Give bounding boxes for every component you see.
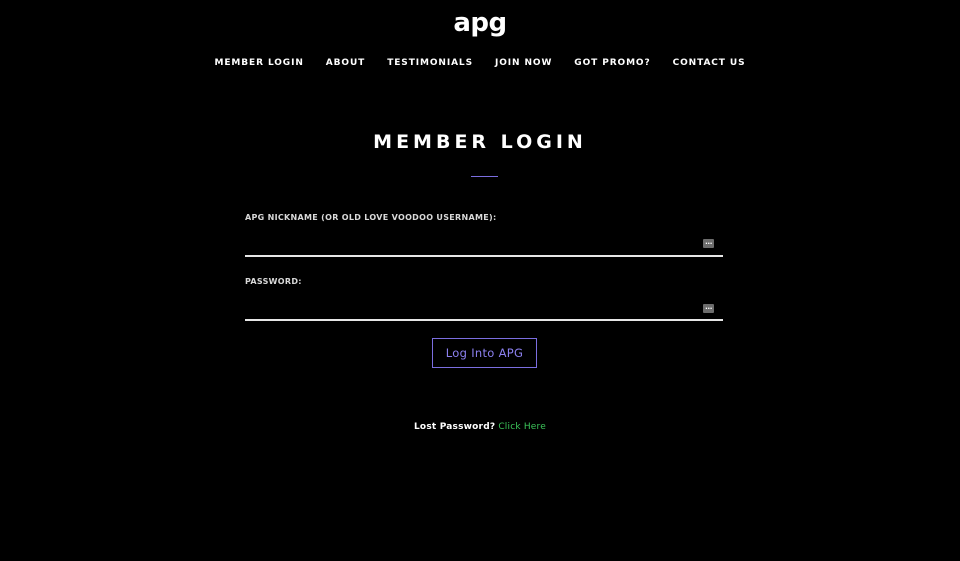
nav-item-about[interactable]: ABOUT [326, 56, 365, 70]
nav-item-member-login[interactable]: MEMBER LOGIN [215, 56, 304, 70]
nickname-input[interactable] [245, 231, 723, 257]
password-manager-icon[interactable]: … [703, 304, 714, 313]
nav-item-got-promo[interactable]: GOT PROMO? [574, 56, 650, 70]
password-input[interactable] [245, 295, 723, 321]
nickname-label: APG NICKNAME (OR OLD LOVE VOODOO USERNAM… [245, 213, 497, 222]
apg-logo[interactable]: apg [0, 8, 960, 38]
title-divider [471, 176, 498, 177]
page-title: MEMBER LOGIN [373, 131, 587, 153]
nav-item-testimonials[interactable]: TESTIMONIALS [387, 56, 473, 70]
nav-item-contact-us[interactable]: CONTACT US [673, 56, 746, 70]
lost-password-link[interactable]: Click Here [498, 422, 546, 432]
login-button[interactable]: Log Into APG [432, 338, 537, 368]
main-nav: MEMBER LOGIN ABOUT TESTIMONIALS JOIN NOW… [0, 56, 960, 70]
lost-password-row: Lost Password? Click Here [0, 420, 960, 434]
password-label: PASSWORD: [245, 277, 302, 286]
lost-password-text: Lost Password? [414, 422, 496, 432]
nav-item-join-now[interactable]: JOIN NOW [495, 56, 552, 70]
password-manager-icon[interactable]: … [703, 239, 714, 248]
